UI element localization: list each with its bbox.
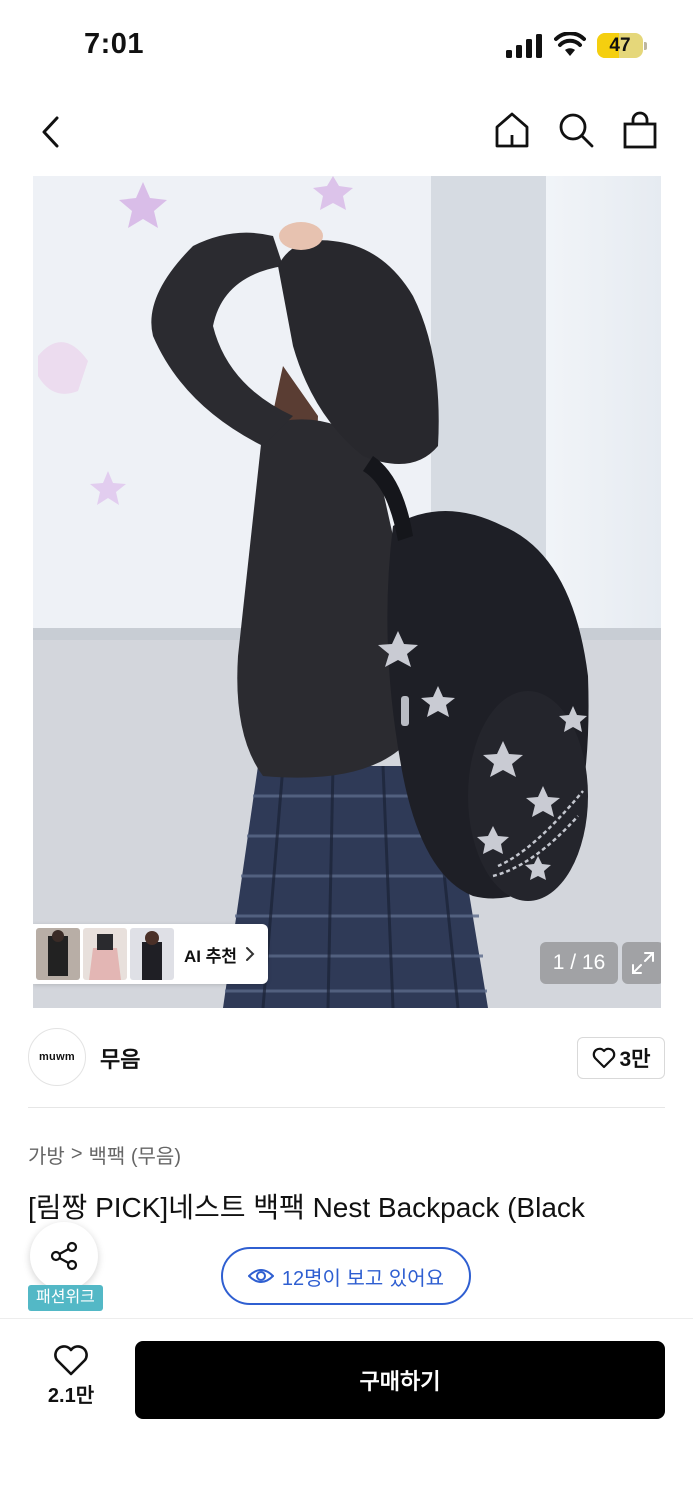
breadcrumb-separator: > (70, 1143, 83, 1165)
bottom-action-bar: 2.1만 구매하기 (0, 1318, 693, 1500)
top-nav (0, 92, 693, 174)
search-button[interactable] (554, 108, 598, 152)
ai-thumbnail-1 (36, 928, 80, 980)
chevron-left-icon (42, 116, 59, 148)
brand-like-count: 3만 (619, 1048, 651, 1071)
fashion-week-badge: 패션위크 (28, 1285, 103, 1311)
breadcrumb-subcategory[interactable]: 백팩 (무음) (89, 1140, 181, 1169)
eye-icon (247, 1269, 274, 1283)
home-icon (495, 112, 529, 148)
wifi-icon (554, 32, 586, 56)
status-bar: 7:01 47 (0, 0, 693, 92)
breadcrumb: 가방 > 백팩 (무음) (28, 1140, 181, 1169)
heart-outline-icon (592, 1047, 615, 1069)
brand-name[interactable]: 무음 (100, 1042, 140, 1074)
chevron-right-icon (246, 947, 255, 961)
brand-row[interactable]: muwm 무음 3만 (28, 1028, 665, 1086)
product-photo (33, 176, 661, 1008)
ai-recommend-label: AI 추천 (184, 946, 238, 966)
heart-outline-icon (54, 1345, 88, 1376)
expand-icon (632, 952, 654, 974)
ai-thumbnail-3 (130, 928, 174, 980)
back-button[interactable] (30, 110, 70, 154)
product-title: [림짱 PICK]네스트 백팩 Nest Backpack (Black (28, 1192, 585, 1223)
status-time: 7:01 (84, 28, 145, 60)
cart-button[interactable] (618, 108, 662, 152)
product-image-gallery[interactable]: AI 추천 1 / 16 (33, 176, 661, 1008)
cellular-signal-icon (506, 34, 542, 58)
viewers-text: 12명이 보고 있어요 (281, 1267, 445, 1290)
breadcrumb-category[interactable]: 가방 (28, 1140, 65, 1169)
buy-button[interactable]: 구매하기 (135, 1341, 665, 1419)
search-icon (559, 113, 594, 148)
viewers-indicator: 12명이 보고 있어요 (221, 1247, 471, 1305)
expand-image-button[interactable] (622, 942, 661, 984)
divider (28, 1107, 665, 1108)
brand-like-button[interactable]: 3만 (577, 1037, 665, 1079)
ai-recommend-chip[interactable]: AI 추천 (33, 924, 268, 984)
home-button[interactable] (490, 108, 534, 152)
ai-thumbnail-2 (83, 928, 127, 980)
battery-level: 47 (609, 35, 631, 56)
wishlist-button[interactable]: 2.1만 (38, 1345, 104, 1419)
wishlist-count: 2.1만 (47, 1385, 95, 1407)
image-counter: 1 / 16 (540, 942, 618, 984)
shopping-bag-icon (623, 111, 657, 149)
share-button[interactable] (30, 1222, 98, 1290)
share-icon (50, 1241, 78, 1271)
battery-indicator: 47 (597, 33, 647, 58)
brand-logo[interactable]: muwm (28, 1028, 86, 1086)
